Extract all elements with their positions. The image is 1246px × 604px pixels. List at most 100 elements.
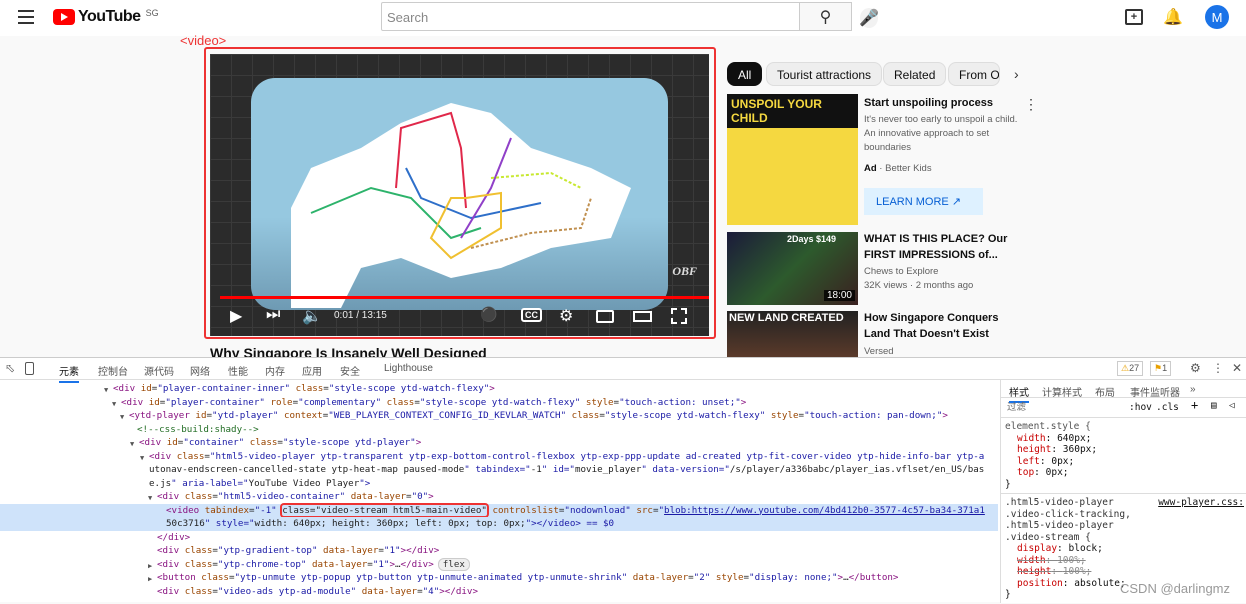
dom-line[interactable]: ▼ <div id="container" class="style-scope …	[0, 436, 998, 450]
settings-gear-icon[interactable]: ⚙	[1190, 361, 1201, 375]
more-menu-icon[interactable]: ⋮	[1212, 361, 1224, 375]
ad-thumbnail[interactable]: UNSPOIL YOUR CHILD	[727, 94, 858, 225]
tab-event-listeners[interactable]: 事件监听器	[1130, 384, 1180, 399]
dom-line[interactable]: <div class="video-ads ytp-ad-module" dat…	[0, 585, 998, 599]
tab-sources[interactable]: 源代码	[144, 363, 174, 378]
dom-line-text: <div id="container" class="style-scope y…	[139, 437, 422, 448]
youtube-logo[interactable]: YouTube SG	[53, 8, 159, 26]
tab-console[interactable]: 控制台	[98, 363, 128, 378]
ad-thumbnail-text: UNSPOIL YOUR CHILD	[727, 94, 858, 128]
fullscreen-icon[interactable]	[671, 308, 687, 324]
progress-bar[interactable]	[220, 296, 709, 299]
microphone-icon[interactable]: 🎤	[859, 8, 879, 28]
captions-icon[interactable]: CC	[521, 308, 542, 322]
learn-more-button[interactable]: LEARN MORE ↗	[864, 188, 983, 215]
dom-line-text: <ytd-player id="ytd-player" context="WEB…	[129, 410, 948, 421]
styles-filter-input[interactable]: 过滤	[1007, 402, 1026, 414]
dom-line[interactable]: <!--css-build:shady-->	[0, 423, 998, 437]
tab-lighthouse[interactable]: Lighthouse	[384, 363, 433, 374]
warnings-badge[interactable]: ⚠27	[1117, 361, 1144, 376]
logo-text: YouTube	[78, 8, 141, 25]
paint-icon[interactable]: ▤	[1211, 400, 1217, 412]
video-thumbnail[interactable]: NEW LAND CREATED	[727, 311, 858, 357]
tab-network[interactable]: 网络	[190, 363, 210, 378]
dom-line-text: 50c3716" style="width: 640px; height: 36…	[166, 518, 615, 529]
video-frame-map	[251, 78, 668, 310]
flex-badge[interactable]: flex	[437, 557, 470, 571]
avatar[interactable]: M	[1205, 5, 1229, 29]
more-options-icon[interactable]: ⋮	[1024, 96, 1038, 113]
tab-application[interactable]: 应用	[302, 363, 322, 378]
close-icon[interactable]: ✕	[1232, 361, 1242, 375]
dom-tree[interactable]: ▼ <div id="player-container-inner" class=…	[0, 382, 998, 598]
tab-memory[interactable]: 内存	[265, 363, 285, 378]
css-property[interactable]: display: block;	[1005, 543, 1242, 555]
menu-icon[interactable]	[18, 10, 34, 28]
dom-line[interactable]: ▼ <div class="html5-video-player ytp-tran…	[0, 450, 998, 464]
dom-line[interactable]: e.js" aria-label="YouTube Video Player">	[0, 477, 998, 491]
dom-line[interactable]: 50c3716" style="width: 640px; height: 36…	[0, 517, 998, 531]
tab-layout[interactable]: 布局	[1095, 384, 1115, 399]
chip-related[interactable]: Related	[883, 62, 947, 86]
settings-gear-icon[interactable]: ⚙	[559, 306, 573, 326]
dom-line-text: <!--css-build:shady-->	[137, 423, 259, 435]
css-property[interactable]: height: 360px;	[1005, 444, 1242, 456]
new-rule-icon[interactable]: +	[1191, 399, 1198, 412]
css-property[interactable]: width: 100%;	[1005, 555, 1242, 567]
notifications-bell-icon[interactable]: 🔔	[1163, 7, 1183, 27]
css-property[interactable]: top: 0px;	[1005, 467, 1242, 479]
tab-security[interactable]: 安全	[340, 363, 360, 378]
dom-line[interactable]: ▼ <div class="html5-video-container" data…	[0, 490, 998, 504]
dom-line[interactable]: utonav-endscreen-cancelled-state ytp-hea…	[0, 463, 998, 477]
dom-line-text: controlslist="nodownload" src="	[492, 504, 665, 516]
toggle-sidebar-icon[interactable]: ◁	[1229, 400, 1235, 412]
video-thumbnail[interactable]: 2Days $149 18:00	[727, 232, 858, 305]
autoplay-toggle-icon[interactable]: ⚫	[480, 306, 497, 323]
dom-line[interactable]: <div class="ytp-gradient-top" data-layer…	[0, 544, 998, 558]
youtube-play-icon	[53, 9, 75, 25]
more-tabs-icon[interactable]: »	[1190, 384, 1196, 395]
rec-title[interactable]: How Singapore Conquers Land That Doesn't…	[864, 310, 1024, 342]
search-button[interactable]: ⚲	[799, 2, 852, 31]
css-property[interactable]: width: 640px;	[1005, 433, 1242, 445]
dom-line-text: <video tabindex="-1"	[166, 504, 277, 516]
dom-line[interactable]: ▶ <button class="ytp-unmute ytp-popup ytp…	[0, 571, 998, 585]
miniplayer-icon[interactable]	[596, 310, 614, 323]
class-toggle[interactable]: .cls	[1156, 402, 1179, 414]
tab-performance[interactable]: 性能	[228, 363, 248, 378]
chip-from-ob[interactable]: From OB	[948, 62, 1000, 86]
dom-line[interactable]: ▼ <div id="player-container" role="comple…	[0, 396, 998, 410]
play-icon[interactable]: ▶	[230, 306, 242, 326]
video-player[interactable]: OBF ▶ ⏭ 🔈 0:01 / 13:15 ⚫ CC ⚙	[210, 54, 709, 336]
element-style-rule: element.style { width: 640px; height: 360…	[1001, 418, 1246, 494]
chip-tourist-attractions[interactable]: Tourist attractions	[766, 62, 883, 86]
tab-elements[interactable]: 元素	[59, 363, 79, 383]
chevron-right-icon[interactable]: ›	[1014, 66, 1019, 82]
dom-line[interactable]: ▼ <ytd-player id="ytd-player" context="WE…	[0, 409, 998, 423]
dom-line[interactable]: <video tabindex="-1" class="video-stream…	[0, 502, 998, 518]
search-icon: ⚲	[819, 8, 832, 26]
hover-state-toggle[interactable]: :hov	[1129, 402, 1152, 414]
next-icon[interactable]: ⏭	[266, 306, 280, 324]
volume-icon[interactable]: 🔈	[302, 306, 322, 326]
dom-line[interactable]: ▼ <div id="player-container-inner" class=…	[0, 382, 998, 396]
issues-badge[interactable]: ⚑1	[1150, 361, 1172, 376]
dom-line[interactable]: ▶ <div class="ytp-chrome-top" data-layer=…	[0, 557, 998, 572]
stylesheet-link[interactable]: www-player.css:	[1158, 497, 1244, 509]
rec-channel[interactable]: Chews to Explore	[864, 265, 938, 279]
rec-title[interactable]: WHAT IS THIS PLACE? Our FIRST IMPRESSION…	[864, 231, 1024, 263]
css-property[interactable]: left: 0px;	[1005, 456, 1242, 468]
search-input[interactable]: Search	[381, 2, 800, 31]
dom-line-text: </div>	[157, 531, 191, 543]
dom-line[interactable]: </div>	[0, 531, 998, 545]
blob-src-link[interactable]: blob:https://www.youtube.com/4bd412b0-35…	[664, 505, 985, 516]
css-property[interactable]: height: 100%;	[1005, 566, 1242, 578]
theater-mode-icon[interactable]	[633, 311, 652, 322]
rec-title[interactable]: Start unspoiling process	[864, 95, 1024, 111]
dom-line-text: <div class="ytp-gradient-top" data-layer…	[157, 545, 440, 556]
inspect-element-icon[interactable]: ⬁	[5, 361, 15, 375]
device-toolbar-icon[interactable]	[25, 362, 34, 375]
tab-computed[interactable]: 计算样式	[1042, 384, 1082, 399]
create-video-icon[interactable]: +	[1125, 9, 1143, 25]
chip-all[interactable]: All	[727, 62, 763, 86]
